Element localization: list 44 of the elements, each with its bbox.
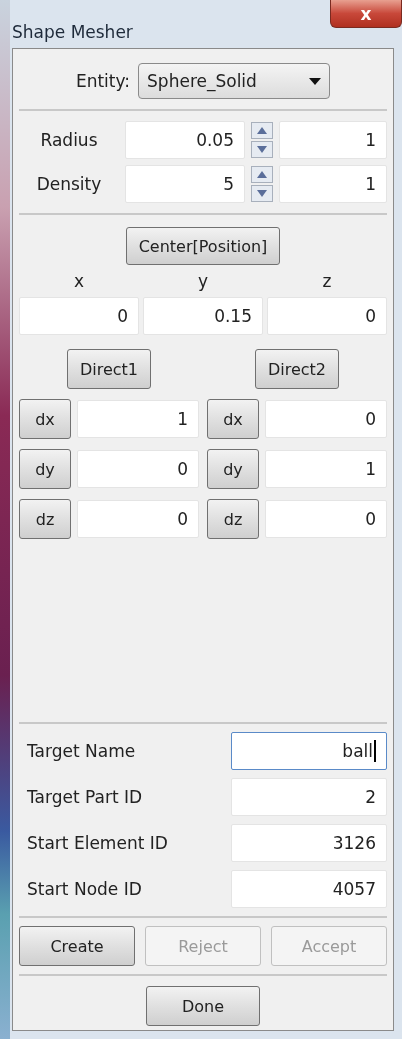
component-button[interactable]: dx xyxy=(19,399,71,439)
direction-button[interactable]: Direct2 xyxy=(254,349,340,389)
spin-buttons[interactable] xyxy=(251,166,273,202)
step-field[interactable]: 1 xyxy=(279,165,387,203)
component-button[interactable]: dy xyxy=(19,449,71,489)
component-button[interactable]: dz xyxy=(207,499,259,539)
component-field[interactable]: 1 xyxy=(265,450,387,488)
close-button[interactable]: x xyxy=(330,0,402,28)
component-button[interactable]: dy xyxy=(207,449,259,489)
component-field[interactable]: 0 xyxy=(265,400,387,438)
action-button[interactable]: Create xyxy=(19,926,135,966)
component-field[interactable]: 0 xyxy=(77,450,199,488)
field-label: Start Element ID xyxy=(26,833,169,853)
component-field[interactable]: 0 xyxy=(77,500,199,538)
input-field[interactable]: 3126 xyxy=(231,824,387,862)
value-field[interactable]: 5 xyxy=(125,165,245,203)
parameter-label: Radius xyxy=(39,130,99,150)
coordinate-field[interactable]: 0.15 xyxy=(143,297,263,335)
field-label: Start Node ID xyxy=(26,879,143,899)
component-button[interactable]: dz xyxy=(19,499,71,539)
field-label: Target Part ID xyxy=(26,787,144,807)
input-field[interactable]: ball xyxy=(231,732,387,770)
coordinate-field[interactable]: 0 xyxy=(19,297,139,335)
component-button[interactable]: dx xyxy=(207,399,259,439)
input-field[interactable]: 2 xyxy=(231,778,387,816)
step-field[interactable]: 1 xyxy=(279,121,387,159)
component-field[interactable]: 1 xyxy=(77,400,199,438)
direction-button[interactable]: Direct1 xyxy=(66,349,152,389)
dropdown-arrow-icon xyxy=(309,77,322,85)
parameter-label: Density xyxy=(35,174,103,194)
component-field[interactable]: 0 xyxy=(265,500,387,538)
value-field[interactable]: 0.05 xyxy=(125,121,245,159)
field-label: Target Name xyxy=(26,741,137,761)
coordinate-field[interactable]: 0 xyxy=(267,297,387,335)
center-position-button[interactable]: Center[Position] xyxy=(125,227,281,265)
axis-label: y xyxy=(196,271,210,291)
done-button[interactable]: Done xyxy=(146,986,260,1026)
axis-label: z xyxy=(321,271,333,291)
window-title: Shape Mesher xyxy=(12,22,133,42)
entity-label: Entity: xyxy=(75,71,131,91)
input-field[interactable]: 4057 xyxy=(231,870,387,908)
entity-dropdown[interactable]: Sphere_Solid xyxy=(138,63,331,99)
axis-label: x xyxy=(72,271,86,291)
spin-buttons[interactable] xyxy=(251,122,273,158)
